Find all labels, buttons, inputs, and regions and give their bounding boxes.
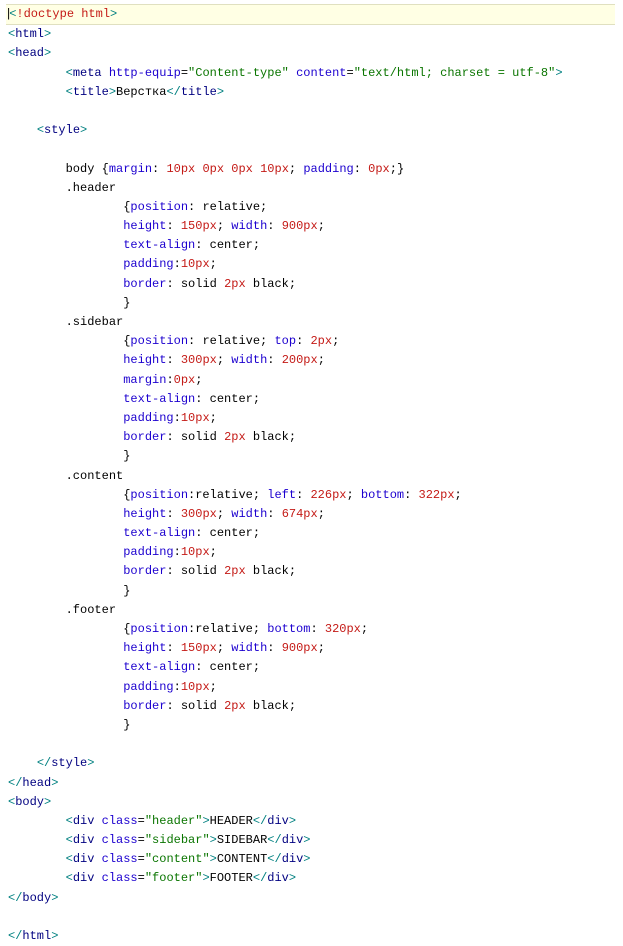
code-line: <div class="sidebar">SIDEBAR</div>: [8, 831, 615, 850]
code-line: height: 300px; width: 200px;: [8, 351, 615, 370]
code-line: text-align: center;: [8, 236, 615, 255]
code-line-blank: [8, 140, 615, 159]
code-line: {position:relative; bottom: 320px;: [8, 620, 615, 639]
code-line: </head>: [8, 774, 615, 793]
code-line: {position:relative; left: 226px; bottom:…: [8, 486, 615, 505]
code-line: }: [8, 716, 615, 735]
code-line: }: [8, 447, 615, 466]
code-line: <head>: [8, 44, 615, 63]
code-editor[interactable]: <!doctype html> <html> <head> <meta http…: [0, 0, 623, 783]
code-line: border: solid 2px black;: [8, 428, 615, 447]
code-line: .sidebar: [8, 313, 615, 332]
code-line: body {margin: 10px 0px 0px 10px; padding…: [8, 160, 615, 179]
code-line: {position: relative; top: 2px;: [8, 332, 615, 351]
code-line: </style>: [8, 754, 615, 773]
code-line: <div class="footer">FOOTER</div>: [8, 869, 615, 888]
code-line: }: [8, 294, 615, 313]
code-line: border: solid 2px black;: [8, 562, 615, 581]
code-line: height: 150px; width: 900px;: [8, 217, 615, 236]
code-line: height: 300px; width: 674px;: [8, 505, 615, 524]
code-line: text-align: center;: [8, 524, 615, 543]
code-line: .header: [8, 179, 615, 198]
code-line: text-align: center;: [8, 658, 615, 677]
code-line-blank: [8, 908, 615, 927]
code-line: text-align: center;: [8, 390, 615, 409]
code-line: {position: relative;: [8, 198, 615, 217]
code-line: .footer: [8, 601, 615, 620]
code-line: padding:10px;: [8, 678, 615, 697]
code-line: </body>: [8, 889, 615, 908]
code-line-blank: [8, 102, 615, 121]
code-line: <div class="header">HEADER</div>: [8, 812, 615, 831]
code-line: }: [8, 582, 615, 601]
code-line: <style>: [8, 121, 615, 140]
code-line: .content: [8, 467, 615, 486]
code-line: margin:0px;: [8, 371, 615, 390]
code-line: height: 150px; width: 900px;: [8, 639, 615, 658]
code-line: <html>: [8, 25, 615, 44]
code-line: <div class="content">CONTENT</div>: [8, 850, 615, 869]
code-line: border: solid 2px black;: [8, 275, 615, 294]
code-line: padding:10px;: [8, 543, 615, 562]
code-line: padding:10px;: [8, 409, 615, 428]
code-line: <meta http-equip="Content-type" content=…: [8, 64, 615, 83]
code-line-blank: [8, 735, 615, 754]
code-line: border: solid 2px black;: [8, 697, 615, 716]
code-line: </html>: [8, 927, 615, 946]
code-line: padding:10px;: [8, 255, 615, 274]
code-line: <body>: [8, 793, 615, 812]
code-line: <title>Верстка</title>: [8, 83, 615, 102]
code-line-doctype: <!doctype html>: [6, 4, 615, 25]
